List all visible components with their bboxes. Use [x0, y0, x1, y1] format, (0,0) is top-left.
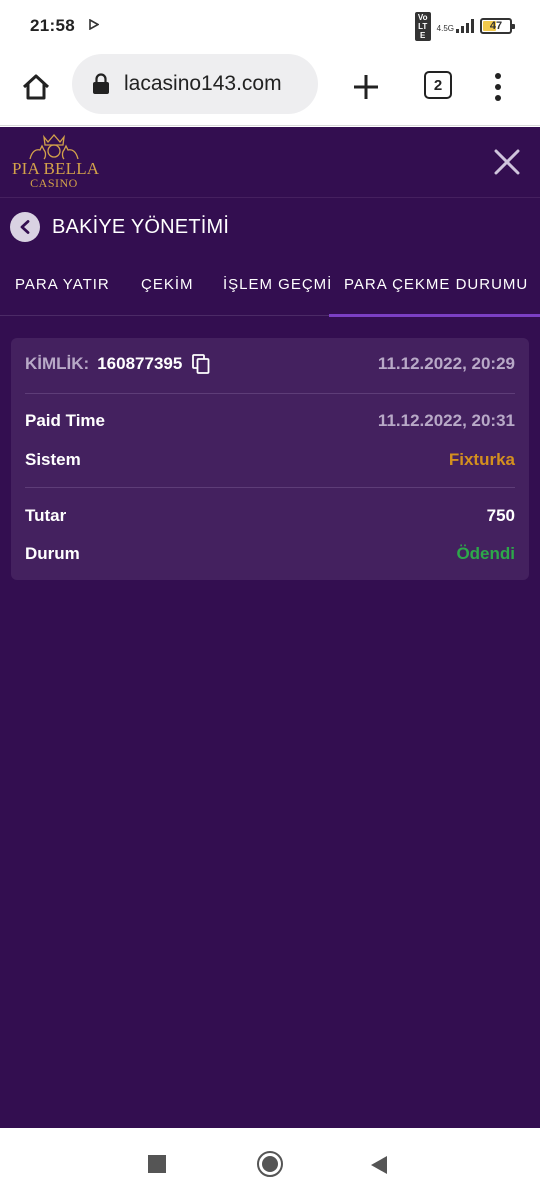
play-arrow-icon — [89, 18, 100, 33]
tab-withdrawal-status[interactable]: PARA ÇEKME DURUMU — [344, 276, 528, 293]
tab-count: 2 — [433, 76, 443, 94]
recent-apps-icon[interactable] — [148, 1155, 166, 1173]
amount-label: Tutar — [25, 506, 67, 525]
plus-icon — [354, 75, 378, 99]
amount-row: Tutar 750 — [25, 506, 515, 526]
browser-toolbar: lacasino143.com 2 — [0, 52, 540, 126]
divider — [25, 393, 515, 394]
browser-menu-button[interactable] — [484, 64, 512, 110]
menu-dot — [495, 73, 501, 79]
home-circle-icon[interactable] — [257, 1151, 283, 1177]
paid-time-row: Paid Time 11.12.2022, 20:31 — [25, 411, 515, 431]
site-logo[interactable]: PIA BELLA CASINO — [12, 133, 100, 191]
divider — [25, 487, 515, 488]
status-value: Ödendi — [456, 544, 515, 563]
amount-value: 750 — [486, 506, 515, 525]
battery-icon: 47 — [480, 18, 515, 34]
network-type-label: 4.5G — [436, 24, 454, 33]
active-tab-indicator — [329, 314, 540, 317]
signal-icon — [456, 19, 474, 33]
status-row: Durum Ödendi — [25, 544, 515, 564]
crown-logo-icon — [29, 134, 79, 160]
status-label: Durum — [25, 544, 80, 563]
address-bar[interactable]: lacasino143.com — [72, 54, 318, 114]
page-header: BAKİYE YÖNETİMİ — [0, 198, 540, 256]
withdrawal-card: KİMLİK: 160877395 11.12.2022, 20:29 Paid… — [11, 338, 529, 580]
tab-deposit[interactable]: PARA YATIR — [15, 276, 110, 293]
lock-icon — [93, 73, 109, 94]
tab-transaction-history[interactable]: İŞLEM GEÇMİ — [223, 276, 332, 293]
volte-icon: Vo LTE — [414, 11, 431, 41]
menu-dot — [495, 84, 501, 90]
balance-tabs: PARA YATIR ÇEKİM İŞLEM GEÇMİ PARA ÇEKME … — [0, 256, 540, 317]
system-label: Sistem — [25, 450, 81, 469]
home-button[interactable] — [14, 65, 58, 109]
system-value: Fixturka — [448, 450, 515, 469]
new-tab-button[interactable] — [343, 64, 389, 110]
status-indicators: Vo LTE 4.5G 47 — [414, 11, 515, 41]
id-value: 160877395 — [97, 354, 183, 373]
status-bar: 21:58 Vo LTE 4.5G 47 — [0, 0, 540, 52]
paid-time-label: Paid Time — [25, 411, 105, 430]
battery-level: 47 — [489, 20, 503, 32]
back-button[interactable] — [10, 212, 40, 242]
site-header: PIA BELLA CASINO — [0, 127, 540, 198]
tab-switcher-button[interactable]: 2 — [424, 71, 452, 99]
page-title: BAKİYE YÖNETİMİ — [52, 215, 230, 238]
id-label: KİMLİK: — [25, 354, 90, 373]
card-id-row: KİMLİK: 160877395 11.12.2022, 20:29 — [25, 354, 515, 374]
system-nav-bar — [0, 1128, 540, 1200]
paid-time-value: 11.12.2022, 20:31 — [377, 411, 515, 430]
close-icon[interactable] — [494, 149, 520, 175]
menu-dot — [495, 95, 501, 101]
system-row: Sistem Fixturka — [25, 450, 515, 470]
tab-withdraw[interactable]: ÇEKİM — [141, 276, 194, 293]
copy-icon[interactable] — [192, 354, 210, 374]
url-text: lacasino143.com — [124, 72, 282, 95]
logo-text-line1: PIA BELLA — [12, 159, 100, 178]
status-time: 21:58 — [30, 16, 75, 35]
created-date: 11.12.2022, 20:29 — [377, 354, 515, 373]
logo-text-line2: CASINO — [30, 176, 78, 190]
chevron-left-icon — [20, 220, 30, 234]
back-triangle-icon[interactable] — [370, 1155, 388, 1175]
home-icon — [22, 74, 50, 100]
site-content: PIA BELLA CASINO BAKİYE YÖNETİMİ PARA YA… — [0, 127, 540, 1128]
